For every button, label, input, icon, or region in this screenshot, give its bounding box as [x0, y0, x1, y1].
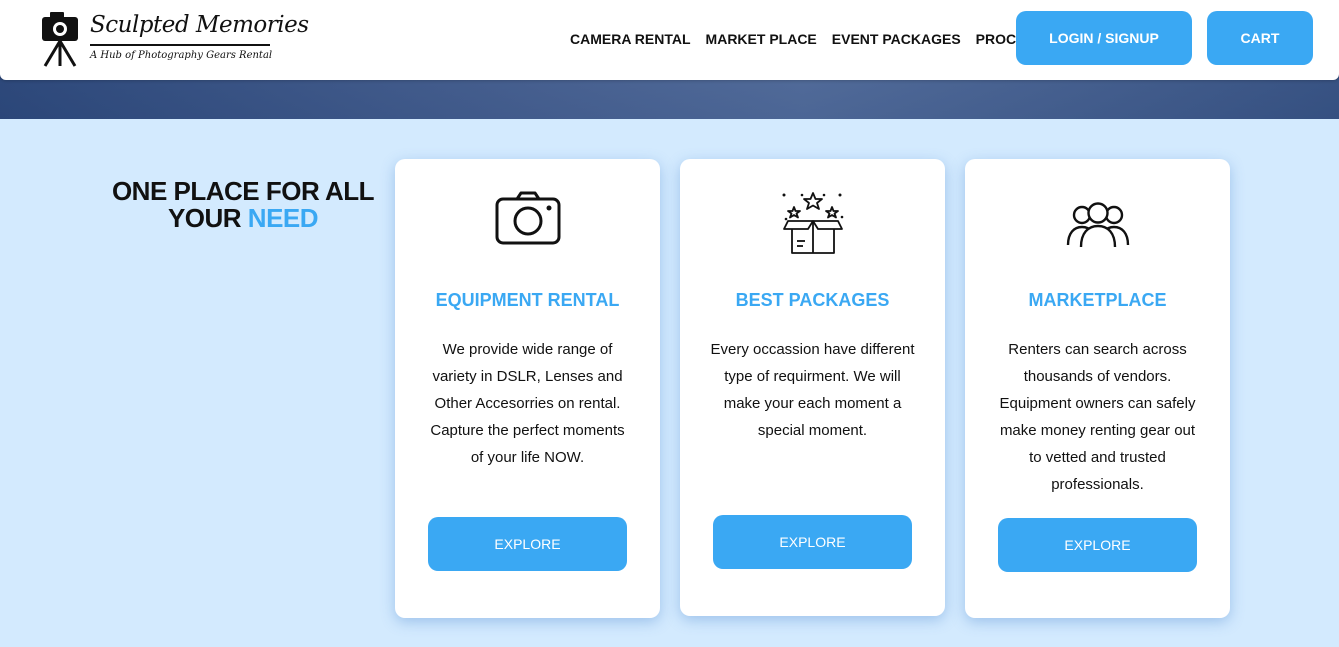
- headline-accent: NEED: [247, 203, 319, 233]
- nav-market-place[interactable]: MARKET PLACE: [706, 31, 817, 47]
- card-title: BEST PACKAGES: [735, 290, 890, 310]
- explore-button[interactable]: EXPLORE: [998, 518, 1197, 572]
- people-group-icon: [1066, 202, 1129, 248]
- card-marketplace: MARKETPLACE Renters can search across th…: [965, 159, 1230, 618]
- login-signup-button[interactable]: LOGIN / SIGNUP: [1016, 11, 1192, 65]
- section-headline: ONE PLACE FOR ALL YOUR NEED: [100, 178, 386, 232]
- cart-button[interactable]: CART: [1207, 11, 1313, 65]
- site-header: Sculpted Memories A Hub of Photography G…: [0, 0, 1339, 80]
- card-best-packages: BEST PACKAGES Every occassion have diffe…: [680, 159, 945, 616]
- logo-divider: [90, 44, 270, 46]
- card-description: Renters can search across thousands of v…: [999, 341, 1196, 493]
- card-equipment-rental: EQUIPMENT RENTAL We provide wide range o…: [395, 159, 660, 618]
- logo-title: Sculpted Memories: [90, 12, 309, 38]
- gift-box-icon: [782, 192, 843, 254]
- explore-button[interactable]: EXPLORE: [713, 515, 912, 569]
- main-nav: CAMERA RENTAL MARKET PLACE EVENT PACKAGE…: [570, 31, 1044, 47]
- headline-line1-end: ALL: [325, 176, 375, 206]
- card-title: EQUIPMENT RENTAL: [435, 290, 620, 310]
- nav-event-packages[interactable]: EVENT PACKAGES: [832, 31, 961, 47]
- card-description: Every occassion have different type of r…: [710, 341, 915, 439]
- site-logo[interactable]: Sculpted Memories A Hub of Photography G…: [40, 8, 309, 68]
- camera-icon: [495, 191, 560, 245]
- headline-line1-start: ONE PLACE FOR: [111, 176, 325, 206]
- nav-camera-rental[interactable]: CAMERA RENTAL: [570, 31, 691, 47]
- explore-button[interactable]: EXPLORE: [428, 517, 627, 571]
- card-title: MARKETPLACE: [1028, 290, 1167, 310]
- card-description: We provide wide range of variety in DSLR…: [430, 341, 625, 466]
- logo-tagline: A Hub of Photography Gears Rental: [90, 50, 273, 61]
- headline-line2-start: YOUR: [167, 203, 248, 233]
- camera-tripod-logo-icon: [42, 12, 78, 67]
